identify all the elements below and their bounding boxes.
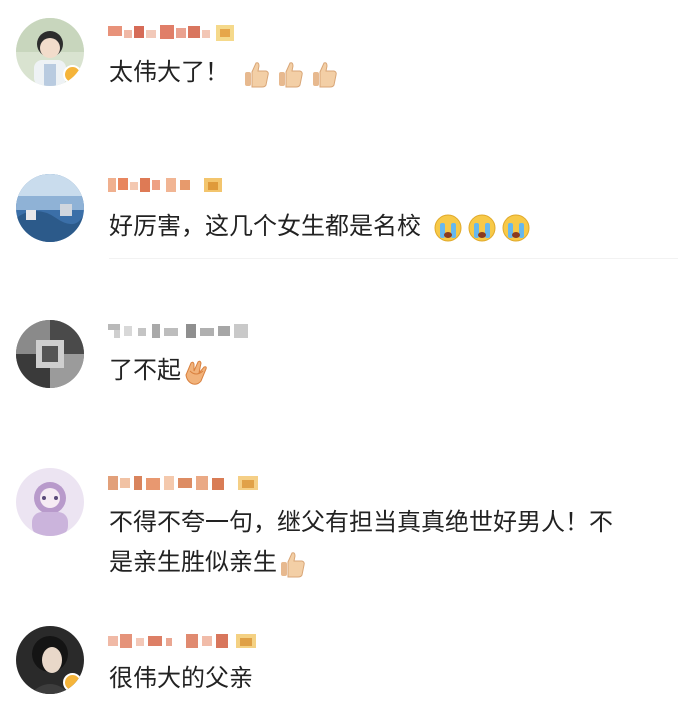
username-pixelated[interactable] xyxy=(108,474,268,492)
comment-text: 很伟大的父亲 xyxy=(109,664,253,692)
comment-text: 不得不夸一句，继父有担当真真绝世好男人！不 是亲生胜似亲生 xyxy=(109,502,613,583)
crying-face-icon xyxy=(467,213,497,243)
thumbs-up-icon xyxy=(275,59,305,89)
comment-text: 太伟大了！ xyxy=(109,52,339,93)
avatar[interactable] xyxy=(16,468,84,536)
username-pixelated[interactable] xyxy=(108,632,278,650)
comment-text: 了不起 xyxy=(109,350,211,391)
comment-item: 了不起 xyxy=(0,290,678,450)
verified-badge-icon xyxy=(63,673,82,692)
clapping-hands-icon xyxy=(181,357,211,387)
comment-item: 好厉害，这几个女生都是名校 xyxy=(0,140,678,290)
verified-badge-icon xyxy=(63,65,82,84)
avatar[interactable] xyxy=(16,174,84,242)
comment-item: 不得不夸一句，继父有担当真真绝世好男人！不 是亲生胜似亲生 xyxy=(0,450,678,610)
crying-face-icon xyxy=(501,213,531,243)
thumbs-up-icon xyxy=(309,59,339,89)
avatar[interactable] xyxy=(16,626,84,694)
comment-text: 好厉害，这几个女生都是名校 xyxy=(109,206,531,247)
thumbs-up-icon xyxy=(277,549,307,579)
avatar[interactable] xyxy=(16,18,84,86)
divider xyxy=(109,258,678,259)
crying-face-icon xyxy=(433,213,463,243)
thumbs-up-icon xyxy=(241,59,271,89)
comment-item: 很伟大的父亲 xyxy=(0,610,678,710)
username-pixelated[interactable] xyxy=(108,176,238,194)
username-pixelated[interactable] xyxy=(108,24,258,42)
username-pixelated[interactable] xyxy=(108,322,268,340)
comment-item: 太伟大了！ xyxy=(0,0,678,140)
avatar[interactable] xyxy=(16,320,84,388)
